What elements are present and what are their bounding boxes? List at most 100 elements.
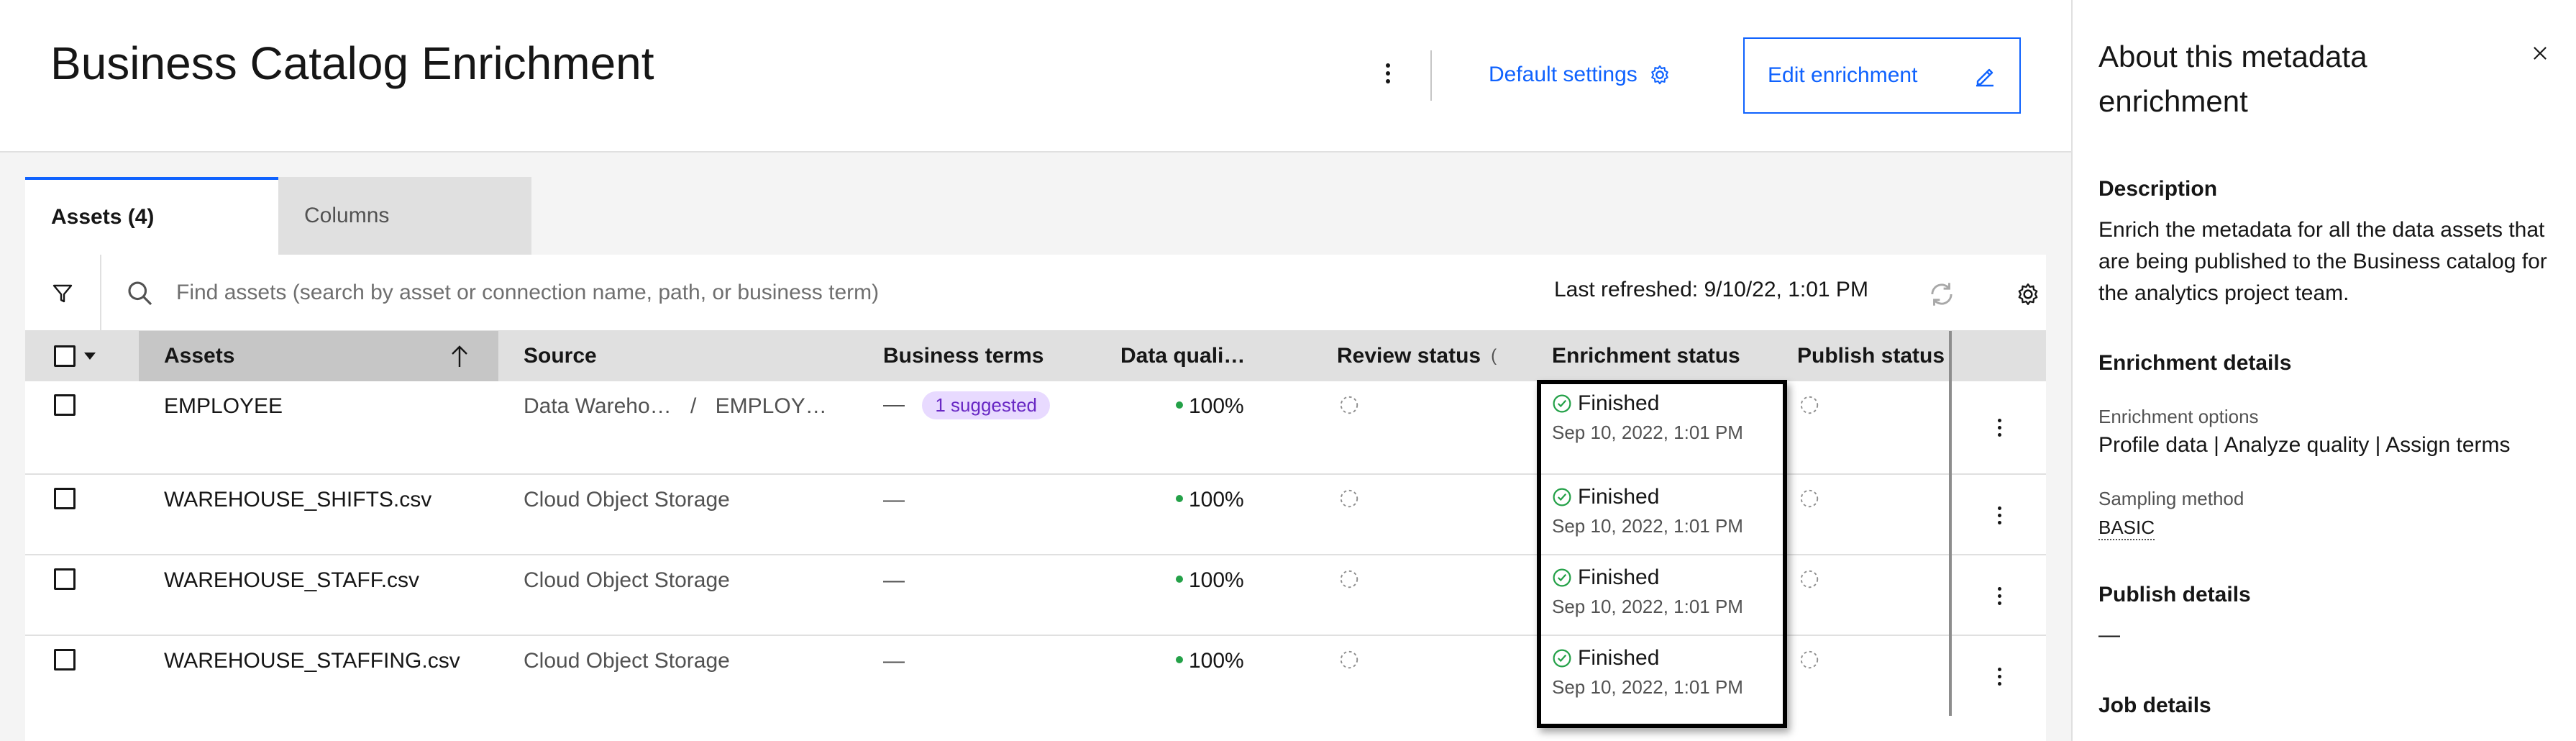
page-header: Business Catalog Enrichment Default sett… [0, 0, 2071, 153]
enrichment-status-label: Finished [1578, 646, 1660, 670]
checkmark-circle-icon [1553, 488, 1571, 506]
header-overflow-button[interactable] [1366, 52, 1410, 95]
tab-columns[interactable]: Columns [278, 177, 531, 255]
enrichment-timestamp: Sep 10, 2022, 1:01 PM [1552, 596, 1743, 617]
overflow-menu-icon [1386, 63, 1390, 83]
row-overflow-button[interactable] [1978, 494, 2021, 537]
status-dot [1176, 495, 1183, 503]
column-header-label: Review status [1337, 344, 1481, 368]
suggested-tag[interactable]: 1 suggested [922, 391, 1051, 419]
overflow-menu-icon [1997, 506, 2001, 524]
description-heading: Description [2098, 177, 2218, 201]
pending-circle-icon [1340, 396, 1358, 414]
select-all-cell [54, 331, 96, 381]
column-header-enrichment-status[interactable]: Enrichment status [1552, 331, 1740, 381]
close-icon [2534, 47, 2547, 60]
row-overflow-button[interactable] [1978, 655, 2021, 698]
settings-icon [2018, 283, 2038, 305]
sort-arrow-up-icon [452, 345, 467, 367]
asset-name[interactable]: EMPLOYEE [164, 394, 283, 419]
enrichment-status-cell: Finished Sep 10, 2022, 1:01 PM [1552, 565, 1746, 618]
enrichment-timestamp: Sep 10, 2022, 1:01 PM [1552, 515, 1743, 537]
row-checkbox[interactable] [54, 488, 76, 509]
source-path: Cloud Object Storage [524, 488, 730, 512]
enrichment-status: Finished [1552, 646, 1746, 670]
refresh-button[interactable] [1924, 276, 1960, 312]
row-checkbox[interactable] [54, 394, 76, 416]
page-title: Business Catalog Enrichment [50, 37, 654, 89]
column-resize-divider[interactable] [1949, 331, 1952, 716]
data-quality-cell: 100% [1176, 568, 1244, 593]
overflow-menu-icon [1997, 418, 2001, 437]
asset-name[interactable]: WAREHOUSE_STAFFING.csv [164, 649, 460, 673]
row-checkbox[interactable] [54, 568, 76, 590]
source-path: Data Wareho… / EMPLOY… [524, 394, 827, 419]
table-settings-button[interactable] [2010, 276, 2046, 312]
overflow-menu-icon [1997, 586, 2001, 605]
search-input[interactable] [176, 269, 1399, 317]
source-table: EMPLOY… [715, 394, 827, 418]
publish-details-heading: Publish details [2098, 583, 2251, 606]
table-header: Assets Source Business terms Data quali…… [25, 331, 2046, 381]
column-header-business-terms[interactable]: Business terms [883, 331, 1043, 381]
data-quality-cell: 100% [1176, 488, 1244, 512]
default-settings-link[interactable]: Default settings [1489, 52, 1671, 98]
row-overflow-button[interactable] [1978, 574, 2021, 617]
quality-value: 100% [1189, 568, 1244, 592]
column-header-review-status[interactable]: Review status ( [1337, 331, 1497, 381]
job-details-heading: Job details [2098, 694, 2211, 717]
header-divider [1430, 50, 1432, 101]
enrichment-timestamp: Sep 10, 2022, 1:01 PM [1552, 676, 1743, 698]
data-quality-cell: 100% [1176, 394, 1244, 419]
filter-icon [52, 284, 73, 303]
source-path: Cloud Object Storage [524, 568, 730, 592]
asset-name[interactable]: WAREHOUSE_STAFF.csv [164, 568, 419, 593]
table-row[interactable]: WAREHOUSE_STAFF.csv Cloud Object Storage… [25, 555, 2046, 636]
select-all-checkbox[interactable] [54, 345, 76, 367]
chevron-down-icon[interactable] [84, 353, 96, 360]
table-row[interactable]: WAREHOUSE_SHIFTS.csv Cloud Object Storag… [25, 475, 2046, 555]
panel-title: About this metadata enrichment [2098, 40, 2367, 118]
column-header-assets[interactable]: Assets [139, 331, 498, 381]
sampling-method-value[interactable]: BASIC [2098, 517, 2155, 540]
empty-dash: — [883, 392, 905, 417]
table-row[interactable]: WAREHOUSE_STAFFING.csv Cloud Object Stor… [25, 636, 2046, 717]
row-checkbox[interactable] [54, 649, 76, 670]
row-overflow-button[interactable] [1978, 406, 2021, 449]
checkmark-circle-icon [1553, 649, 1571, 668]
enrichment-details-heading: Enrichment details [2098, 351, 2292, 375]
status-dot [1176, 576, 1183, 583]
empty-dash: — [883, 649, 905, 673]
sampling-method-label: Sampling method [2098, 488, 2244, 509]
description-text: Enrich the metadata for all the data ass… [2098, 218, 2547, 305]
pending-circle-icon [1800, 570, 1819, 588]
enrichment-status-label: Finished [1578, 391, 1660, 415]
last-refreshed-text: Last refreshed: 9/10/22, 1:01 PM [1554, 278, 1868, 301]
enrichment-status: Finished [1552, 485, 1746, 509]
filter-button[interactable] [25, 255, 101, 331]
asset-name[interactable]: WAREHOUSE_SHIFTS.csv [164, 488, 431, 512]
tab-assets[interactable]: Assets (4) [25, 177, 278, 255]
about-panel: About this metadata enrichment Descripti… [2071, 0, 2576, 741]
close-panel-button[interactable] [2518, 32, 2562, 75]
edit-enrichment-label: Edit enrichment [1768, 63, 1918, 87]
business-terms-cell: — 1 suggested [883, 391, 1051, 419]
enrichment-status: Finished [1552, 391, 1746, 416]
path-separator: / [690, 394, 697, 418]
table-row[interactable]: EMPLOYEE Data Wareho… / EMPLOY… — 1 sugg… [25, 381, 2046, 475]
quality-value: 100% [1189, 488, 1244, 512]
column-header-source[interactable]: Source [524, 331, 597, 381]
edit-enrichment-button[interactable]: Edit enrichment [1743, 37, 2021, 114]
enrichment-status-label: Finished [1578, 565, 1660, 589]
pending-circle-icon [1800, 396, 1819, 414]
settings-icon [1650, 65, 1668, 85]
column-header-publish-status[interactable]: Publish status [1797, 331, 1945, 381]
pending-circle-icon [1340, 489, 1358, 508]
source-path: Cloud Object Storage [524, 649, 730, 673]
column-header-data-quality[interactable]: Data quali… [1120, 331, 1245, 381]
assets-table: Assets Source Business terms Data quali…… [25, 331, 2046, 741]
pending-circle-icon [1800, 650, 1819, 669]
checkmark-circle-icon [1553, 568, 1571, 587]
pending-circle-icon [1340, 650, 1358, 669]
main-area: Business Catalog Enrichment Default sett… [0, 0, 2071, 741]
